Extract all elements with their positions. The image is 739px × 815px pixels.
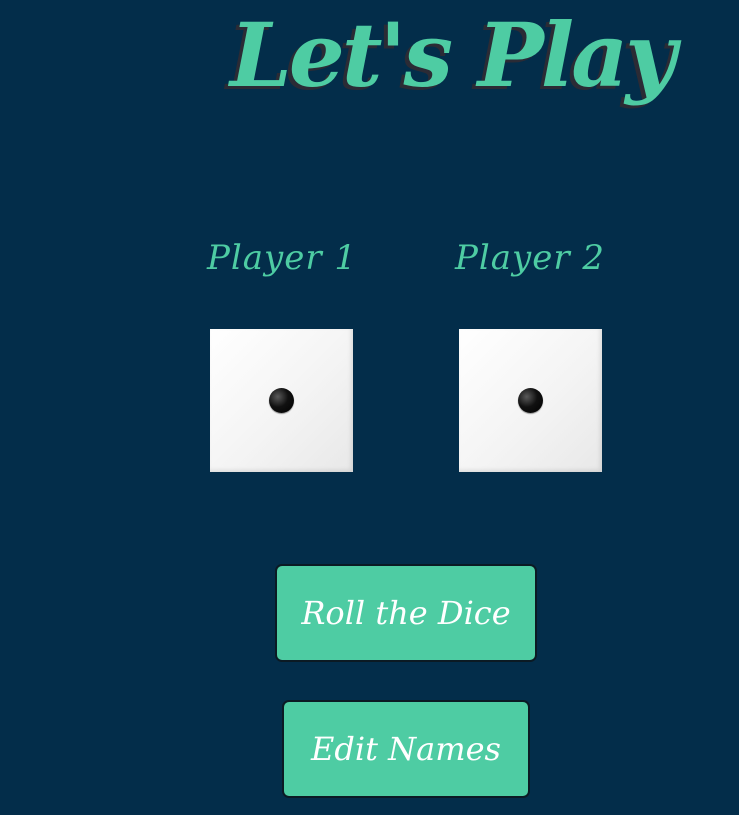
edit-names-button[interactable]: Edit Names [282, 700, 530, 798]
player-1-name: Player 1 [206, 238, 358, 278]
roll-dice-button[interactable]: Roll the Dice [275, 564, 537, 662]
player-1-panel: Player 1 [192, 230, 372, 286]
player-1-die [210, 329, 353, 472]
player-2-name: Player 2 [454, 238, 606, 278]
player-2-die [459, 329, 602, 472]
die-pip [269, 388, 294, 413]
page-title: Let's Play [230, 3, 676, 107]
die-pip [518, 388, 543, 413]
player-2-panel: Player 2 [440, 230, 620, 286]
